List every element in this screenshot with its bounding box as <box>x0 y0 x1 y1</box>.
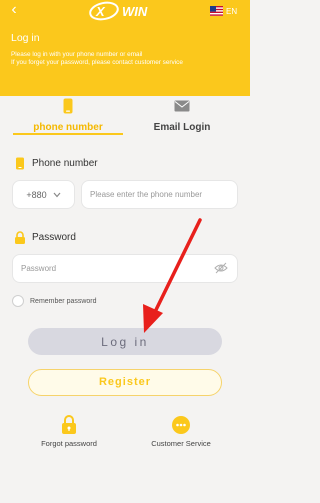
remember-password-option[interactable]: Remember password <box>12 295 97 307</box>
customer-service-link[interactable]: Customer Service <box>136 415 226 448</box>
login-button[interactable]: Log in <box>28 328 222 355</box>
phone-number-input[interactable] <box>81 180 238 209</box>
svg-text:X: X <box>95 4 106 19</box>
country-code-select[interactable]: +880 <box>12 180 75 209</box>
language-code: EN <box>226 6 238 16</box>
brand-logo: X WIN <box>89 1 148 21</box>
remember-password-label: Remember password <box>30 297 97 305</box>
language-selector[interactable]: EN <box>210 4 237 18</box>
lock-icon <box>15 231 25 244</box>
phone-icon <box>16 157 24 170</box>
tab-email-label: Email Login <box>153 122 211 133</box>
forgot-password-link[interactable]: Forgot password <box>24 415 114 448</box>
country-code-value: +880 <box>26 189 47 200</box>
tab-phone-number[interactable]: phone number <box>13 98 123 135</box>
envelope-icon <box>174 100 190 112</box>
instruction-line-2: If you forget your password, please cont… <box>11 59 183 66</box>
phone-number-heading: Phone number <box>14 157 98 170</box>
lock-icon <box>62 415 76 434</box>
tab-email-login[interactable]: Email Login <box>127 98 237 134</box>
forgot-password-label: Forgot password <box>41 439 97 448</box>
chevron-down-icon <box>53 192 61 197</box>
tab-phone-label: phone number <box>33 122 103 133</box>
us-flag-icon <box>210 6 223 16</box>
phone-number-label: Phone number <box>32 158 98 169</box>
active-tab-indicator <box>13 133 123 135</box>
svg-text:WIN: WIN <box>122 4 148 19</box>
password-heading: Password <box>14 231 76 244</box>
customer-service-label: Customer Service <box>151 439 211 448</box>
password-label: Password <box>32 232 76 243</box>
page-title: Log in <box>11 32 40 44</box>
eye-slash-icon[interactable] <box>214 262 228 274</box>
password-input[interactable] <box>12 254 238 283</box>
header: ‹ X WIN EN Log in Please log in with you… <box>0 0 250 96</box>
back-icon[interactable]: ‹ <box>6 2 22 18</box>
chat-bubble-icon <box>172 416 190 434</box>
register-button[interactable]: Register <box>28 369 222 396</box>
remember-checkbox[interactable] <box>12 295 24 307</box>
login-instructions: Please log in with your phone number or … <box>11 51 246 67</box>
instruction-line-1: Please log in with your phone number or … <box>11 51 143 58</box>
phone-icon <box>63 98 73 114</box>
